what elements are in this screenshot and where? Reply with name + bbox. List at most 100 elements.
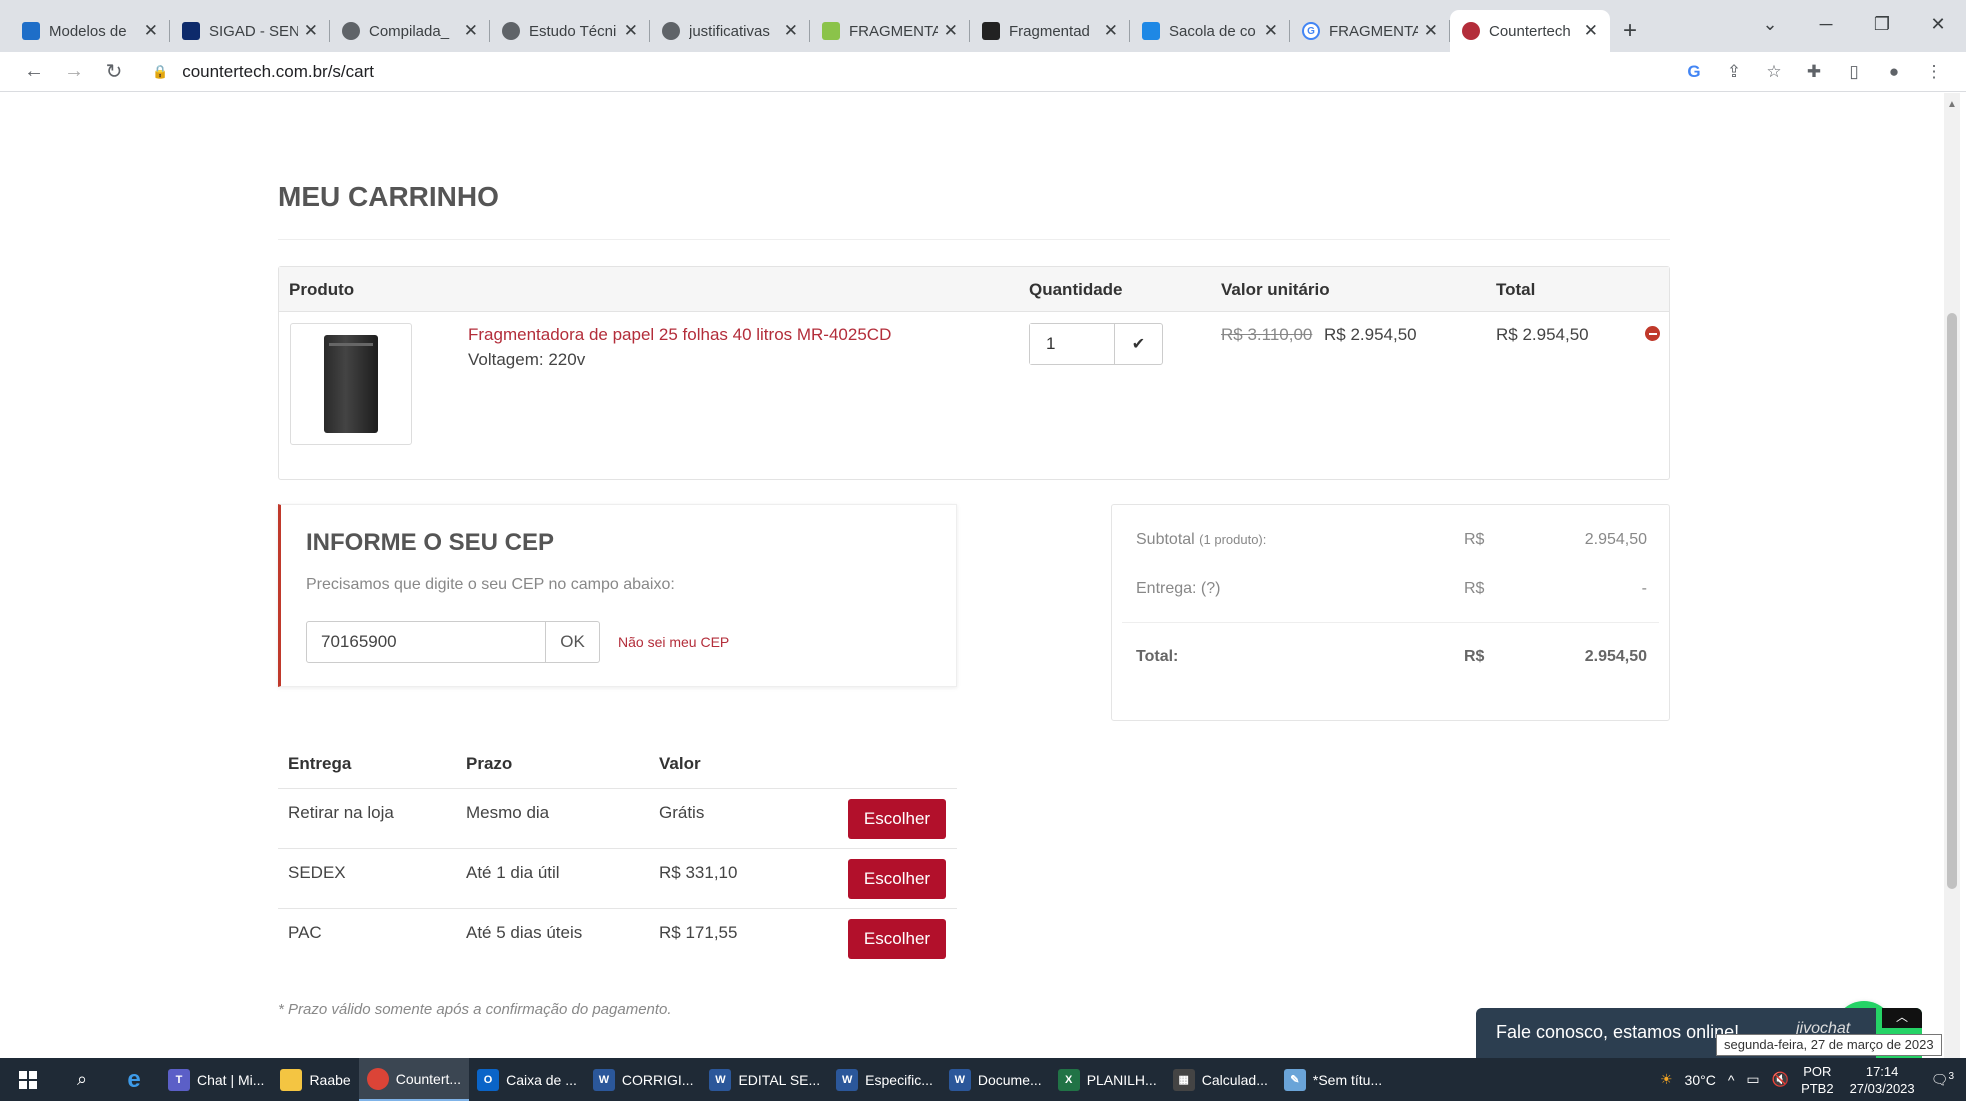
taskbar-item[interactable]: ✎ *Sem títu...	[1276, 1058, 1390, 1101]
clock[interactable]: 17:14 27/03/2023	[1840, 1063, 1925, 1097]
browser-tab-strip: Modelos de ✕ SIGAD - SEN ✕ Compilada_ ✕ Est…	[0, 0, 1966, 52]
subtotal-label: Subtotal (1 produto):	[1136, 531, 1266, 549]
google-lens-icon[interactable]: G	[1674, 62, 1714, 82]
close-tab-icon[interactable]: ✕	[624, 21, 638, 41]
close-tab-icon[interactable]: ✕	[784, 21, 798, 41]
scroll-up-icon[interactable]: ▲	[1947, 99, 1957, 110]
close-tab-icon[interactable]: ✕	[1424, 21, 1438, 41]
outlook-icon: O	[477, 1068, 500, 1091]
side-panel-icon[interactable]: ▯	[1834, 62, 1874, 82]
taskbar-item[interactable]: W EDITAL SE...	[701, 1058, 828, 1101]
unknown-cep-link[interactable]: Não sei meu CEP	[618, 634, 729, 650]
close-tab-icon[interactable]: ✕	[1584, 21, 1598, 41]
browser-tab[interactable]: G FRAGMENTA ✕	[1290, 10, 1450, 52]
cep-panel: INFORME O SEU CEP Precisamos que digite …	[278, 504, 957, 687]
back-icon[interactable]: ←	[14, 60, 54, 83]
taskbar-label: Countert...	[395, 1070, 462, 1087]
choose-shipping-button[interactable]: Escolher	[848, 919, 946, 959]
notification-count: 3	[1948, 1070, 1954, 1082]
weather-icon[interactable]: ☀	[1654, 1071, 1679, 1088]
tab-search-icon[interactable]: ⌄	[1742, 14, 1798, 35]
browser-tab[interactable]: justificativas ✕	[650, 10, 810, 52]
quantity-confirm-button[interactable]: ✔	[1115, 324, 1162, 364]
quantity-input[interactable]	[1030, 324, 1115, 364]
date-tooltip: segunda-feira, 27 de março de 2023	[1716, 1034, 1942, 1056]
lock-icon[interactable]: 🔒	[152, 64, 168, 80]
delivery-label[interactable]: Entrega: (?)	[1136, 580, 1220, 598]
weather-temp[interactable]: 30°C	[1679, 1072, 1722, 1088]
close-tab-icon[interactable]: ✕	[944, 21, 958, 41]
close-tab-icon[interactable]: ✕	[304, 21, 318, 41]
close-tab-icon[interactable]: ✕	[464, 21, 478, 41]
cep-input[interactable]	[306, 621, 546, 663]
browser-tab[interactable]: Modelos de ✕	[10, 10, 170, 52]
quantity-control: ✔	[1029, 323, 1163, 365]
close-tab-icon[interactable]: ✕	[1264, 21, 1278, 41]
bookmark-star-icon[interactable]: ☆	[1754, 62, 1794, 82]
word-icon: W	[592, 1068, 615, 1091]
language-indicator[interactable]: POR PTB2	[1795, 1063, 1840, 1097]
share-icon[interactable]: ⇪	[1714, 62, 1754, 82]
notifications-icon[interactable]: 🗨3	[1925, 1071, 1966, 1089]
product-name-link[interactable]: Fragmentadora de papel 25 folhas 40 litr…	[468, 325, 891, 345]
close-window-icon[interactable]: ✕	[1910, 14, 1966, 35]
taskbar-item[interactable]: ▦ Calculad...	[1165, 1058, 1276, 1101]
row-total: R$ 2.954,50	[1496, 325, 1589, 344]
menu-kebab-icon[interactable]: ⋮	[1914, 62, 1954, 82]
clock-date: 27/03/2023	[1849, 1080, 1915, 1096]
divider	[278, 239, 1670, 240]
taskbar-item[interactable]: X PLANILH...	[1050, 1058, 1165, 1101]
extensions-icon[interactable]: ✚	[1794, 62, 1834, 82]
calculator-icon: ▦	[1172, 1068, 1195, 1091]
browser-tab[interactable]: Fragmentad ✕	[970, 10, 1130, 52]
new-tab-button[interactable]: +	[1610, 10, 1650, 52]
taskbar-item[interactable]: T Chat | Mi...	[160, 1058, 272, 1101]
currency: R$	[1464, 531, 1485, 548]
volume-muted-icon[interactable]: 🔇	[1766, 1071, 1795, 1088]
page-content: MEU CARRINHO Produto Quantidade Valor un…	[0, 93, 1944, 1058]
shipping-method: Retirar na loja	[288, 803, 394, 822]
chat-expand-icon[interactable]: ︿	[1882, 1008, 1922, 1028]
remove-item-icon[interactable]	[1645, 326, 1660, 341]
forward-icon[interactable]: →	[54, 60, 94, 83]
choose-shipping-button[interactable]: Escolher	[848, 799, 946, 839]
checkmark-icon: ✔	[1131, 336, 1146, 353]
cep-ok-button[interactable]: OK	[545, 621, 600, 663]
taskbar-label: CORRIGI...	[621, 1071, 694, 1088]
start-button[interactable]	[0, 1058, 56, 1101]
taskbar-item[interactable]: W Docume...	[941, 1058, 1050, 1101]
taskbar-item[interactable]: W Especific...	[828, 1058, 941, 1101]
scrollbar-thumb[interactable]	[1947, 313, 1957, 889]
windows-taskbar: ⌕ e T Chat | Mi... Raabe Countert... O Cai…	[0, 1058, 1966, 1101]
network-icon[interactable]: ▭	[1740, 1071, 1765, 1088]
restore-icon[interactable]: ❐	[1854, 14, 1910, 35]
browser-tab[interactable]: FRAGMENTA ✕	[810, 10, 970, 52]
browser-tab[interactable]: Sacola de co ✕	[1130, 10, 1290, 52]
taskbar-item[interactable]: W CORRIGI...	[585, 1058, 702, 1101]
browser-tab[interactable]: Compilada_ ✕	[330, 10, 490, 52]
countertech-icon	[1462, 22, 1480, 40]
total-label: Total:	[1136, 648, 1179, 665]
browser-tab[interactable]: SIGAD - SEN ✕	[170, 10, 330, 52]
close-tab-icon[interactable]: ✕	[144, 21, 158, 41]
choose-shipping-button[interactable]: Escolher	[848, 859, 946, 899]
edge-icon[interactable]: e	[108, 1058, 160, 1101]
taskbar-item-active[interactable]: Countert...	[358, 1058, 470, 1101]
taskbar-item[interactable]: Raabe	[272, 1058, 358, 1101]
profile-avatar-icon[interactable]: ●	[1874, 62, 1914, 82]
search-icon[interactable]: ⌕	[56, 1058, 108, 1101]
taskbar-item[interactable]: O Caixa de ...	[469, 1058, 585, 1101]
old-price: R$ 3.110,00	[1221, 325, 1313, 344]
close-tab-icon[interactable]: ✕	[1104, 21, 1118, 41]
subtotal-value: 2.954,50	[1584, 531, 1647, 548]
reload-icon[interactable]: ↻	[94, 59, 134, 84]
browser-tab-active[interactable]: Countertech ✕	[1450, 10, 1610, 52]
minimize-icon[interactable]: ─	[1798, 14, 1854, 35]
browser-tab[interactable]: Estudo Técni ✕	[490, 10, 650, 52]
product-image[interactable]	[290, 323, 412, 445]
url-field[interactable]: 🔒 countertech.com.br/s/cart	[152, 62, 374, 82]
tray-chevron-icon[interactable]: ^	[1722, 1072, 1741, 1088]
tab-title: justificativas	[689, 22, 770, 40]
page-scrollbar[interactable]: ▲	[1944, 93, 1960, 1058]
shipping-term: Até 1 dia útil	[466, 863, 560, 882]
